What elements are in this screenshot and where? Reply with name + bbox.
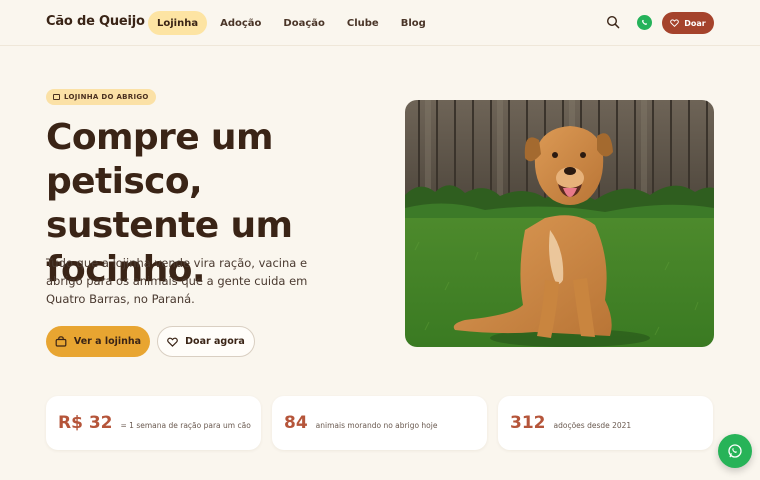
stat-label: adoções desde 2021	[553, 420, 632, 430]
stat-card-food: R$ 32 = 1 semana de ração para um cão	[46, 396, 261, 450]
stat-value: 84	[284, 413, 308, 433]
section-badge: LOJINHA DO ABRIGO	[46, 89, 156, 105]
nav-link-clube[interactable]: Clube	[338, 11, 388, 35]
hero-description: Tudo que a lojinha vende vira ração, vac…	[46, 256, 308, 306]
nav-links: Lojinha Adoção Doação Clube Blog	[148, 11, 435, 35]
stat-value: 312	[510, 413, 546, 433]
nav-link-doacao[interactable]: Doação	[274, 11, 333, 35]
donate-button-label: Doar	[684, 18, 706, 28]
stat-value: R$ 32	[58, 413, 113, 433]
nav-link-lojinha[interactable]: Lojinha	[148, 11, 208, 35]
stat-card-adoptions: 312 adoções desde 2021	[498, 396, 713, 450]
stat-label: = 1 semana de ração para um cão	[120, 420, 251, 430]
brand-logo[interactable]: Cão de Queijo	[46, 14, 145, 29]
nav-link-adocao[interactable]: Adoção	[211, 11, 270, 35]
whatsapp-icon	[728, 444, 742, 458]
donate-now-button[interactable]: Doar agora	[157, 326, 255, 357]
view-shop-button-label: Ver a lojinha	[73, 336, 142, 347]
view-shop-button[interactable]: Ver a lojinha	[46, 326, 150, 357]
section-badge-label: LOJINHA DO ABRIGO	[64, 93, 149, 101]
hero-dog-photo	[405, 100, 714, 347]
top-nav: Cão de Queijo Lojinha Adoção Doação Club…	[0, 0, 760, 46]
donate-button[interactable]: Doar	[662, 12, 714, 34]
shopping-bag-icon	[55, 336, 67, 347]
search-icon[interactable]	[606, 15, 620, 29]
whatsapp-icon[interactable]	[637, 15, 652, 30]
stat-label: animais morando no abrigo hoje	[315, 420, 438, 430]
stat-card-animals: 84 animais morando no abrigo hoje	[272, 396, 487, 450]
nav-link-blog[interactable]: Blog	[392, 11, 435, 35]
store-icon	[53, 94, 60, 100]
donate-now-button-label: Doar agora	[185, 336, 245, 347]
heart-icon	[167, 337, 179, 347]
heart-icon	[670, 19, 680, 27]
whatsapp-chat-button[interactable]	[718, 434, 752, 468]
